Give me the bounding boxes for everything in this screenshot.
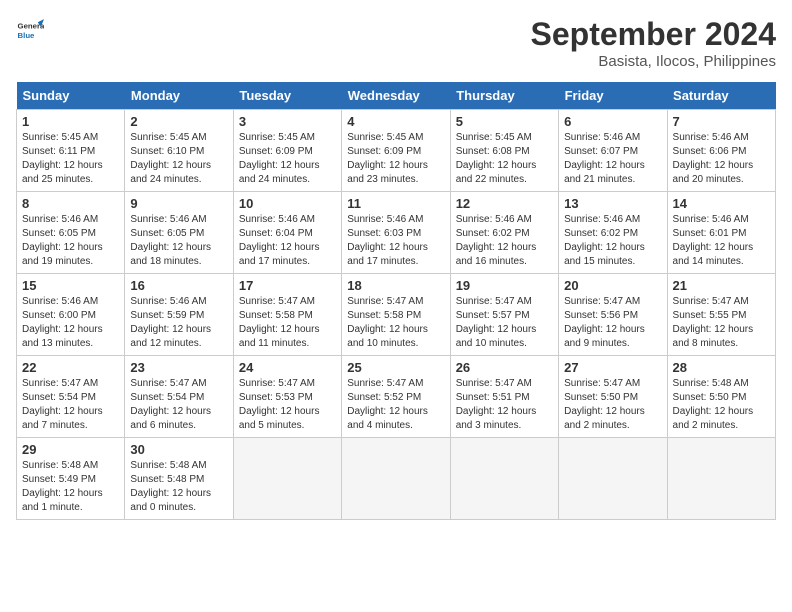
col-friday: Friday <box>559 82 667 110</box>
calendar-cell: 5Sunrise: 5:45 AMSunset: 6:08 PMDaylight… <box>450 110 558 192</box>
calendar-cell: 30Sunrise: 5:48 AMSunset: 5:48 PMDayligh… <box>125 438 233 520</box>
calendar-cell: 2Sunrise: 5:45 AMSunset: 6:10 PMDaylight… <box>125 110 233 192</box>
calendar-cell: 24Sunrise: 5:47 AMSunset: 5:53 PMDayligh… <box>233 356 341 438</box>
calendar-cell: 27Sunrise: 5:47 AMSunset: 5:50 PMDayligh… <box>559 356 667 438</box>
calendar-cell <box>667 438 775 520</box>
calendar-cell: 28Sunrise: 5:48 AMSunset: 5:50 PMDayligh… <box>667 356 775 438</box>
calendar-cell: 21Sunrise: 5:47 AMSunset: 5:55 PMDayligh… <box>667 274 775 356</box>
col-thursday: Thursday <box>450 82 558 110</box>
calendar-cell: 22Sunrise: 5:47 AMSunset: 5:54 PMDayligh… <box>17 356 125 438</box>
week-row-1: 1Sunrise: 5:45 AMSunset: 6:11 PMDaylight… <box>17 110 776 192</box>
col-wednesday: Wednesday <box>342 82 450 110</box>
calendar-cell: 8Sunrise: 5:46 AMSunset: 6:05 PMDaylight… <box>17 192 125 274</box>
calendar-cell: 18Sunrise: 5:47 AMSunset: 5:58 PMDayligh… <box>342 274 450 356</box>
calendar-cell: 3Sunrise: 5:45 AMSunset: 6:09 PMDaylight… <box>233 110 341 192</box>
calendar-cell: 6Sunrise: 5:46 AMSunset: 6:07 PMDaylight… <box>559 110 667 192</box>
calendar-cell: 23Sunrise: 5:47 AMSunset: 5:54 PMDayligh… <box>125 356 233 438</box>
svg-text:Blue: Blue <box>18 31 36 40</box>
week-row-3: 15Sunrise: 5:46 AMSunset: 6:00 PMDayligh… <box>17 274 776 356</box>
calendar-cell: 7Sunrise: 5:46 AMSunset: 6:06 PMDaylight… <box>667 110 775 192</box>
calendar-cell: 12Sunrise: 5:46 AMSunset: 6:02 PMDayligh… <box>450 192 558 274</box>
calendar-cell <box>342 438 450 520</box>
week-row-4: 22Sunrise: 5:47 AMSunset: 5:54 PMDayligh… <box>17 356 776 438</box>
calendar-cell: 20Sunrise: 5:47 AMSunset: 5:56 PMDayligh… <box>559 274 667 356</box>
week-row-2: 8Sunrise: 5:46 AMSunset: 6:05 PMDaylight… <box>17 192 776 274</box>
logo-icon: General Blue <box>16 16 44 44</box>
calendar-cell: 19Sunrise: 5:47 AMSunset: 5:57 PMDayligh… <box>450 274 558 356</box>
calendar-cell: 14Sunrise: 5:46 AMSunset: 6:01 PMDayligh… <box>667 192 775 274</box>
col-sunday: Sunday <box>17 82 125 110</box>
calendar-cell: 10Sunrise: 5:46 AMSunset: 6:04 PMDayligh… <box>233 192 341 274</box>
calendar-cell: 9Sunrise: 5:46 AMSunset: 6:05 PMDaylight… <box>125 192 233 274</box>
header-row: Sunday Monday Tuesday Wednesday Thursday… <box>17 82 776 110</box>
calendar-cell <box>559 438 667 520</box>
calendar-cell <box>450 438 558 520</box>
title-area: September 2024 Basista, Ilocos, Philippi… <box>531 16 776 70</box>
logo: General Blue <box>16 16 44 44</box>
col-saturday: Saturday <box>667 82 775 110</box>
calendar-cell: 13Sunrise: 5:46 AMSunset: 6:02 PMDayligh… <box>559 192 667 274</box>
calendar-cell: 4Sunrise: 5:45 AMSunset: 6:09 PMDaylight… <box>342 110 450 192</box>
col-tuesday: Tuesday <box>233 82 341 110</box>
calendar-cell: 26Sunrise: 5:47 AMSunset: 5:51 PMDayligh… <box>450 356 558 438</box>
calendar-cell: 11Sunrise: 5:46 AMSunset: 6:03 PMDayligh… <box>342 192 450 274</box>
calendar-cell: 1Sunrise: 5:45 AMSunset: 6:11 PMDaylight… <box>17 110 125 192</box>
month-title: September 2024 <box>531 16 776 53</box>
calendar-cell: 17Sunrise: 5:47 AMSunset: 5:58 PMDayligh… <box>233 274 341 356</box>
calendar-cell: 29Sunrise: 5:48 AMSunset: 5:49 PMDayligh… <box>17 438 125 520</box>
calendar-table: Sunday Monday Tuesday Wednesday Thursday… <box>16 82 776 520</box>
calendar-cell <box>233 438 341 520</box>
calendar-cell: 15Sunrise: 5:46 AMSunset: 6:00 PMDayligh… <box>17 274 125 356</box>
week-row-5: 29Sunrise: 5:48 AMSunset: 5:49 PMDayligh… <box>17 438 776 520</box>
calendar-cell: 25Sunrise: 5:47 AMSunset: 5:52 PMDayligh… <box>342 356 450 438</box>
location-title: Basista, Ilocos, Philippines <box>531 53 776 70</box>
calendar-cell: 16Sunrise: 5:46 AMSunset: 5:59 PMDayligh… <box>125 274 233 356</box>
col-monday: Monday <box>125 82 233 110</box>
header: General Blue September 2024 Basista, Ilo… <box>16 16 776 70</box>
